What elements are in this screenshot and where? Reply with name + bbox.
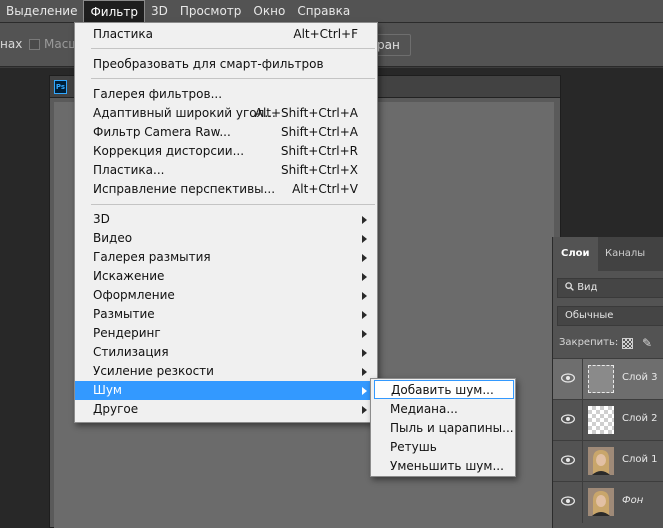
menu-item-camera-raw[interactable]: Фильтр Camera Raw... Shift+Ctrl+A — [75, 123, 377, 142]
shortcut-label: Shift+Ctrl+R — [280, 144, 358, 158]
layer-row[interactable]: Слой 1 — [553, 440, 663, 482]
menu-divider — [91, 78, 375, 79]
blend-mode-select[interactable]: Обычные — [557, 306, 663, 326]
menu-item-blur-gallery[interactable]: Галерея размытия — [75, 248, 377, 267]
menu-item-liquify-last[interactable]: Пластика Alt+Ctrl+F — [75, 25, 377, 44]
submenu-arrow-icon — [362, 349, 367, 357]
menu-item-blur[interactable]: Размытие — [75, 305, 377, 324]
menu-bar: Выделение Фильтр 3D Просмотр Окно Справк… — [0, 0, 663, 23]
layer-name: Фон — [622, 495, 644, 506]
lock-label: Закрепить: — [559, 337, 619, 348]
menu-item-sharpen[interactable]: Усиление резкости — [75, 362, 377, 381]
menu-divider — [91, 48, 375, 49]
menu-item-filter-gallery[interactable]: Галерея фильтров... — [75, 85, 377, 104]
lock-transparency-icon[interactable] — [622, 338, 633, 349]
submenu-arrow-icon — [362, 235, 367, 243]
submenu-arrow-icon — [362, 330, 367, 338]
layer-filter-select[interactable]: Вид — [557, 278, 663, 298]
shortcut-label: Alt+Shift+Ctrl+A — [254, 106, 358, 120]
menu-item-vanishing-point[interactable]: Исправление перспективы... Alt+Ctrl+V — [75, 180, 377, 199]
search-icon — [565, 282, 577, 293]
menu-item-video[interactable]: Видео — [75, 229, 377, 248]
layer-name: Слой 3 — [622, 372, 658, 383]
options-partial-label: нах — [0, 37, 23, 51]
menu-filter[interactable]: Фильтр — [83, 0, 145, 23]
menu-item-render[interactable]: Рендеринг — [75, 324, 377, 343]
submenu-arrow-icon — [362, 216, 367, 224]
submenu-arrow-icon — [362, 273, 367, 281]
menu-item-noise[interactable]: Шум — [75, 381, 377, 400]
layer-filter-label: Вид — [577, 282, 598, 293]
layer-row[interactable]: Слой 3 — [553, 358, 663, 400]
layer-thumbnail — [588, 447, 614, 475]
menu-item-lens-correction[interactable]: Коррекция дисторсии... Shift+Ctrl+R — [75, 142, 377, 161]
layer-thumbnail — [588, 365, 614, 393]
menu-item-other[interactable]: Другое — [75, 400, 377, 419]
layer-name: Слой 2 — [622, 413, 658, 424]
menu-item-adaptive-wide-angle[interactable]: Адаптивный широкий угол... Alt+Shift+Ctr… — [75, 104, 377, 123]
submenu-item-despeckle[interactable]: Ретушь — [371, 438, 515, 457]
submenu-arrow-icon — [362, 292, 367, 300]
menu-item-3d[interactable]: 3D — [75, 210, 377, 229]
submenu-item-add-noise[interactable]: Добавить шум... — [374, 380, 514, 399]
layer-thumbnail — [588, 488, 614, 516]
layers-panel: Слои Каналы Вид Обычные Закрепить: ✎ Сло… — [552, 237, 663, 528]
shortcut-label: Alt+Ctrl+V — [292, 182, 358, 196]
layer-row[interactable]: Слой 2 — [553, 399, 663, 441]
eye-icon[interactable] — [561, 373, 575, 383]
submenu-arrow-icon — [362, 406, 367, 414]
eye-icon[interactable] — [561, 455, 575, 465]
submenu-item-dust-scratches[interactable]: Пыль и царапины... — [371, 419, 515, 438]
noise-submenu: Добавить шум... Медиана... Пыль и царапи… — [370, 378, 516, 477]
filter-menu: Пластика Alt+Ctrl+F Преобразовать для см… — [74, 22, 378, 423]
menu-item-pixelate[interactable]: Оформление — [75, 286, 377, 305]
shortcut-label: Alt+Ctrl+F — [293, 27, 358, 41]
layer-thumbnail — [588, 406, 614, 434]
photoshop-icon: Ps — [54, 80, 67, 94]
eye-icon[interactable] — [561, 496, 575, 506]
menu-help[interactable]: Справка — [291, 0, 356, 23]
eye-icon[interactable] — [561, 414, 575, 424]
tab-layers[interactable]: Слои — [553, 237, 598, 271]
layer-name: Слой 1 — [622, 454, 658, 465]
submenu-item-reduce-noise[interactable]: Уменьшить шум... — [371, 457, 515, 476]
menu-item-stylize[interactable]: Стилизация — [75, 343, 377, 362]
lock-brush-icon[interactable]: ✎ — [642, 336, 652, 350]
menu-divider — [91, 204, 375, 205]
panel-tabs: Слои Каналы — [553, 237, 663, 271]
menu-select[interactable]: Выделение — [0, 0, 83, 23]
menu-item-liquify[interactable]: Пластика... Shift+Ctrl+X — [75, 161, 377, 180]
menu-item-convert-smart[interactable]: Преобразовать для смарт-фильтров — [75, 55, 377, 74]
menu-view[interactable]: Просмотр — [174, 0, 248, 23]
scale-checkbox[interactable] — [29, 39, 40, 50]
menu-3d[interactable]: 3D — [145, 0, 174, 23]
submenu-arrow-icon — [362, 311, 367, 319]
shortcut-label: Shift+Ctrl+A — [281, 125, 358, 139]
layer-row[interactable]: Фон — [553, 481, 663, 523]
menu-item-distort[interactable]: Искажение — [75, 267, 377, 286]
submenu-arrow-icon — [362, 254, 367, 262]
submenu-arrow-icon — [362, 368, 367, 376]
shortcut-label: Shift+Ctrl+X — [281, 163, 358, 177]
tab-channels[interactable]: Каналы — [597, 237, 653, 271]
menu-window[interactable]: Окно — [247, 0, 291, 23]
submenu-item-median[interactable]: Медиана... — [371, 400, 515, 419]
submenu-arrow-icon — [362, 387, 367, 395]
